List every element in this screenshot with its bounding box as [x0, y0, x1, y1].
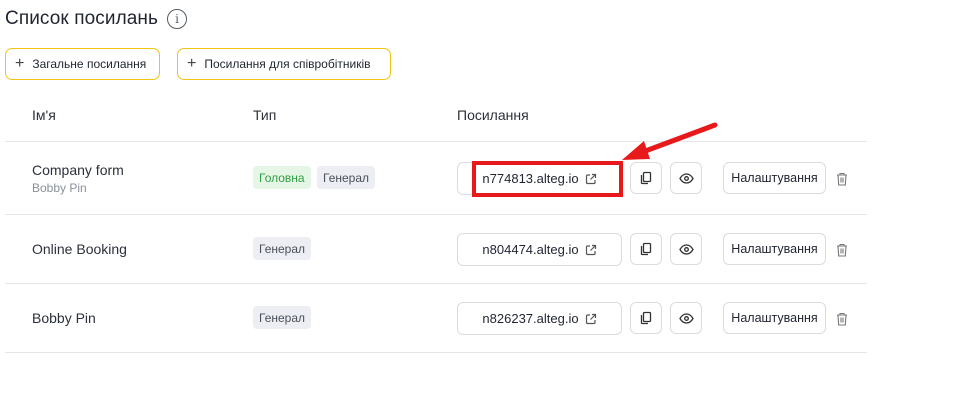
add-general-link-label: Загальне посилання — [32, 57, 147, 71]
preview-button[interactable] — [670, 233, 702, 265]
row-divider — [5, 352, 867, 353]
delete-button[interactable] — [834, 241, 850, 259]
settings-button[interactable]: Налаштування — [723, 233, 826, 265]
badge-general: Генерал — [253, 306, 312, 329]
column-header-link: Посилання — [457, 107, 529, 123]
header: Список посилань i — [5, 8, 188, 30]
add-staff-link-label: Посилання для співробітників — [204, 57, 371, 71]
row-subtitle: Bobby Pin — [32, 181, 87, 195]
settings-button[interactable]: Налаштування — [723, 162, 826, 194]
link-text: n804474.alteg.io — [482, 242, 579, 257]
plus-icon: + — [15, 55, 25, 72]
row-divider — [5, 214, 867, 215]
annotation-arrow-icon — [622, 122, 718, 160]
copy-button[interactable] — [630, 302, 662, 334]
trash-icon — [837, 243, 847, 257]
copy-icon — [640, 242, 652, 256]
settings-button[interactable]: Налаштування — [723, 302, 826, 334]
column-header-name: Ім'я — [32, 107, 56, 123]
link-text: n826237.alteg.io — [482, 311, 579, 326]
link-button[interactable]: n826237.alteg.io — [457, 302, 622, 335]
badge-general: Генерал — [317, 166, 376, 189]
external-link-icon — [585, 313, 596, 324]
column-header-type: Тип — [253, 107, 277, 123]
plus-icon: + — [187, 55, 197, 72]
row-name: Bobby Pin — [32, 310, 96, 326]
external-link-icon — [585, 244, 596, 255]
trash-icon — [837, 172, 847, 186]
add-general-link-button[interactable]: + Загальне посилання — [5, 48, 160, 80]
eye-icon — [678, 312, 694, 324]
page-title: Список посилань — [5, 8, 159, 29]
copy-button[interactable] — [630, 233, 662, 265]
badge-general: Генерал — [253, 237, 312, 260]
add-staff-link-button[interactable]: + Посилання для співробітників — [177, 48, 391, 80]
eye-icon — [678, 243, 694, 255]
row-name: Company form — [32, 162, 124, 178]
link-button[interactable]: n804474.alteg.io — [457, 233, 622, 266]
row-divider — [5, 141, 867, 142]
row-divider — [5, 283, 867, 284]
delete-button[interactable] — [834, 310, 850, 328]
copy-icon — [640, 311, 652, 325]
preview-button[interactable] — [670, 302, 702, 334]
info-icon[interactable]: i — [167, 9, 188, 29]
badge-main: Головна — [253, 166, 311, 189]
delete-button[interactable] — [834, 170, 850, 188]
trash-icon — [837, 312, 847, 326]
row-name: Online Booking — [32, 241, 127, 257]
